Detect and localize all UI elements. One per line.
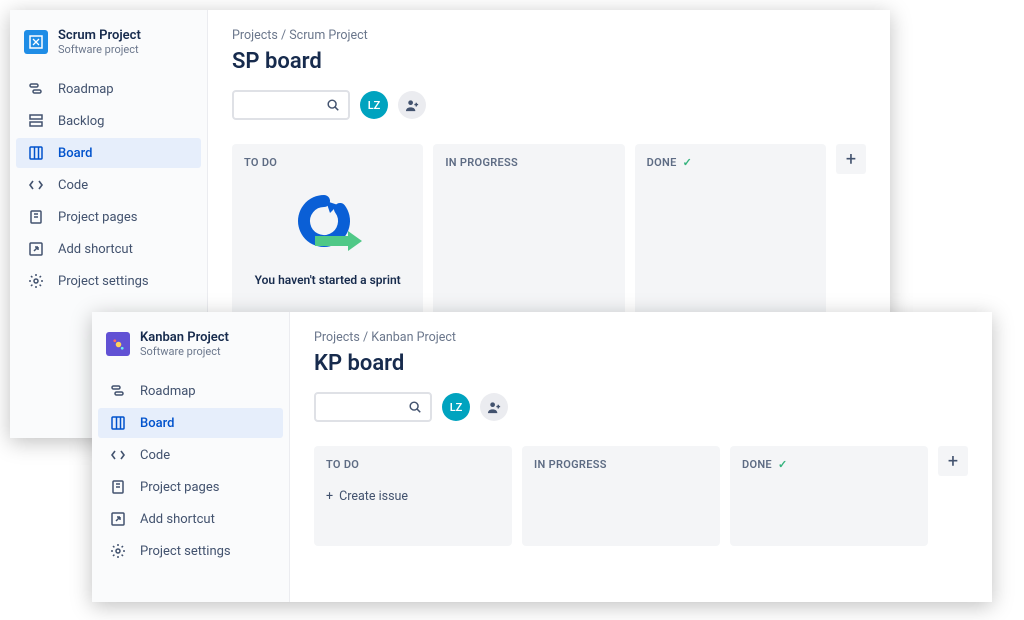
sidebar-item-label: Roadmap — [58, 82, 114, 97]
breadcrumb-leaf[interactable]: Scrum Project — [289, 28, 368, 43]
sidebar-item-shortcut[interactable]: Add shortcut — [16, 234, 201, 264]
column-header: IN PROGRESS — [534, 458, 708, 471]
project-header: Kanban Project Software project — [92, 330, 289, 372]
add-people-button[interactable] — [398, 91, 426, 119]
project-type: Software project — [58, 43, 141, 56]
sidebar-item-roadmap[interactable]: Roadmap — [98, 376, 283, 406]
add-column-button[interactable]: + — [836, 144, 866, 174]
sidebar-item-settings[interactable]: Project settings — [98, 536, 283, 566]
sidebar-item-label: Project pages — [58, 210, 137, 225]
shortcut-icon — [26, 241, 46, 257]
project-logo-icon — [106, 332, 130, 356]
empty-state: You haven't started a sprint — [244, 169, 411, 287]
kanban-window: Kanban Project Software project Roadmap … — [92, 312, 992, 602]
project-type: Software project — [140, 345, 229, 358]
sidebar-item-shortcut[interactable]: Add shortcut — [98, 504, 283, 534]
sidebar-item-label: Add shortcut — [58, 242, 133, 257]
search-icon — [326, 98, 340, 112]
search-input[interactable] — [232, 90, 350, 120]
sidebar-item-code[interactable]: Code — [98, 440, 283, 470]
create-issue-label: Create issue — [339, 489, 408, 504]
column-todo: TO DO + Create issue — [314, 446, 512, 546]
add-people-button[interactable] — [480, 393, 508, 421]
column-header: DONE ✓ — [647, 156, 814, 169]
sidebar-item-label: Code — [58, 178, 88, 193]
sidebar-item-label: Project settings — [140, 544, 231, 559]
project-header: Scrum Project Software project — [10, 28, 207, 70]
sidebar-item-label: Board — [140, 416, 174, 431]
plus-icon: + — [326, 489, 333, 504]
sidebar-item-roadmap[interactable]: Roadmap — [16, 74, 201, 104]
search-input[interactable] — [314, 392, 432, 422]
project-name: Scrum Project — [58, 28, 141, 43]
sidebar-item-board[interactable]: Board — [98, 408, 283, 438]
project-name: Kanban Project — [140, 330, 229, 345]
sidebar-item-board[interactable]: Board — [16, 138, 201, 168]
sidebar-item-label: Code — [140, 448, 170, 463]
sidebar-item-label: Add shortcut — [140, 512, 215, 527]
roadmap-icon — [108, 383, 128, 399]
pages-icon — [26, 209, 46, 225]
backlog-icon — [26, 113, 46, 129]
column-done: DONE ✓ — [730, 446, 928, 546]
sidebar: Kanban Project Software project Roadmap … — [92, 312, 290, 602]
sidebar-nav: Roadmap Backlog Board Code Project pages… — [10, 70, 207, 302]
sidebar-item-pages[interactable]: Project pages — [16, 202, 201, 232]
breadcrumb-sep: / — [281, 28, 286, 43]
plus-icon: + — [846, 149, 856, 170]
code-icon — [26, 177, 46, 193]
page-title: SP board — [232, 49, 866, 74]
gear-icon — [26, 273, 46, 289]
pages-icon — [108, 479, 128, 495]
board-icon — [26, 145, 46, 161]
column-header: TO DO — [244, 156, 411, 169]
sidebar-item-label: Project pages — [140, 480, 219, 495]
sidebar-item-pages[interactable]: Project pages — [98, 472, 283, 502]
breadcrumb-root[interactable]: Projects — [314, 330, 360, 345]
column-header: TO DO — [326, 458, 500, 471]
toolbar: LZ — [314, 392, 968, 422]
sidebar-item-label: Project settings — [58, 274, 149, 289]
main-content: Projects / Kanban Project KP board LZ TO… — [290, 312, 992, 602]
toolbar: LZ — [232, 90, 866, 120]
column-header: DONE ✓ — [742, 458, 916, 471]
column-header: IN PROGRESS — [445, 156, 612, 169]
board-columns: TO DO + Create issue IN PROGRESS DONE ✓ … — [314, 446, 968, 546]
add-people-icon — [405, 98, 420, 113]
sidebar-item-code[interactable]: Code — [16, 170, 201, 200]
sidebar-item-label: Roadmap — [140, 384, 196, 399]
search-icon — [408, 400, 422, 414]
roadmap-icon — [26, 81, 46, 97]
add-column-button[interactable]: + — [938, 446, 968, 476]
sidebar-item-label: Backlog — [58, 114, 104, 129]
sidebar-item-backlog[interactable]: Backlog — [16, 106, 201, 136]
breadcrumb: Projects / Kanban Project — [314, 330, 968, 345]
shortcut-icon — [108, 511, 128, 527]
sidebar-nav: Roadmap Board Code Project pages Add sho… — [92, 372, 289, 572]
empty-message: You haven't started a sprint — [244, 273, 411, 287]
sidebar-item-settings[interactable]: Project settings — [16, 266, 201, 296]
breadcrumb-root[interactable]: Projects — [232, 28, 278, 43]
gear-icon — [108, 543, 128, 559]
page-title: KP board — [314, 351, 968, 376]
avatar[interactable]: LZ — [360, 91, 388, 119]
plus-icon: + — [948, 451, 958, 472]
check-icon: ✓ — [683, 156, 693, 169]
add-people-icon — [487, 400, 502, 415]
code-icon — [108, 447, 128, 463]
breadcrumb-sep: / — [363, 330, 368, 345]
project-logo-icon — [24, 30, 48, 54]
sprint-icon — [280, 189, 376, 265]
column-inprogress: IN PROGRESS — [522, 446, 720, 546]
breadcrumb: Projects / Scrum Project — [232, 28, 866, 43]
board-icon — [108, 415, 128, 431]
breadcrumb-leaf[interactable]: Kanban Project — [371, 330, 456, 345]
sidebar-item-label: Board — [58, 146, 92, 161]
avatar[interactable]: LZ — [442, 393, 470, 421]
create-issue-button[interactable]: + Create issue — [326, 489, 500, 504]
check-icon: ✓ — [778, 458, 788, 471]
